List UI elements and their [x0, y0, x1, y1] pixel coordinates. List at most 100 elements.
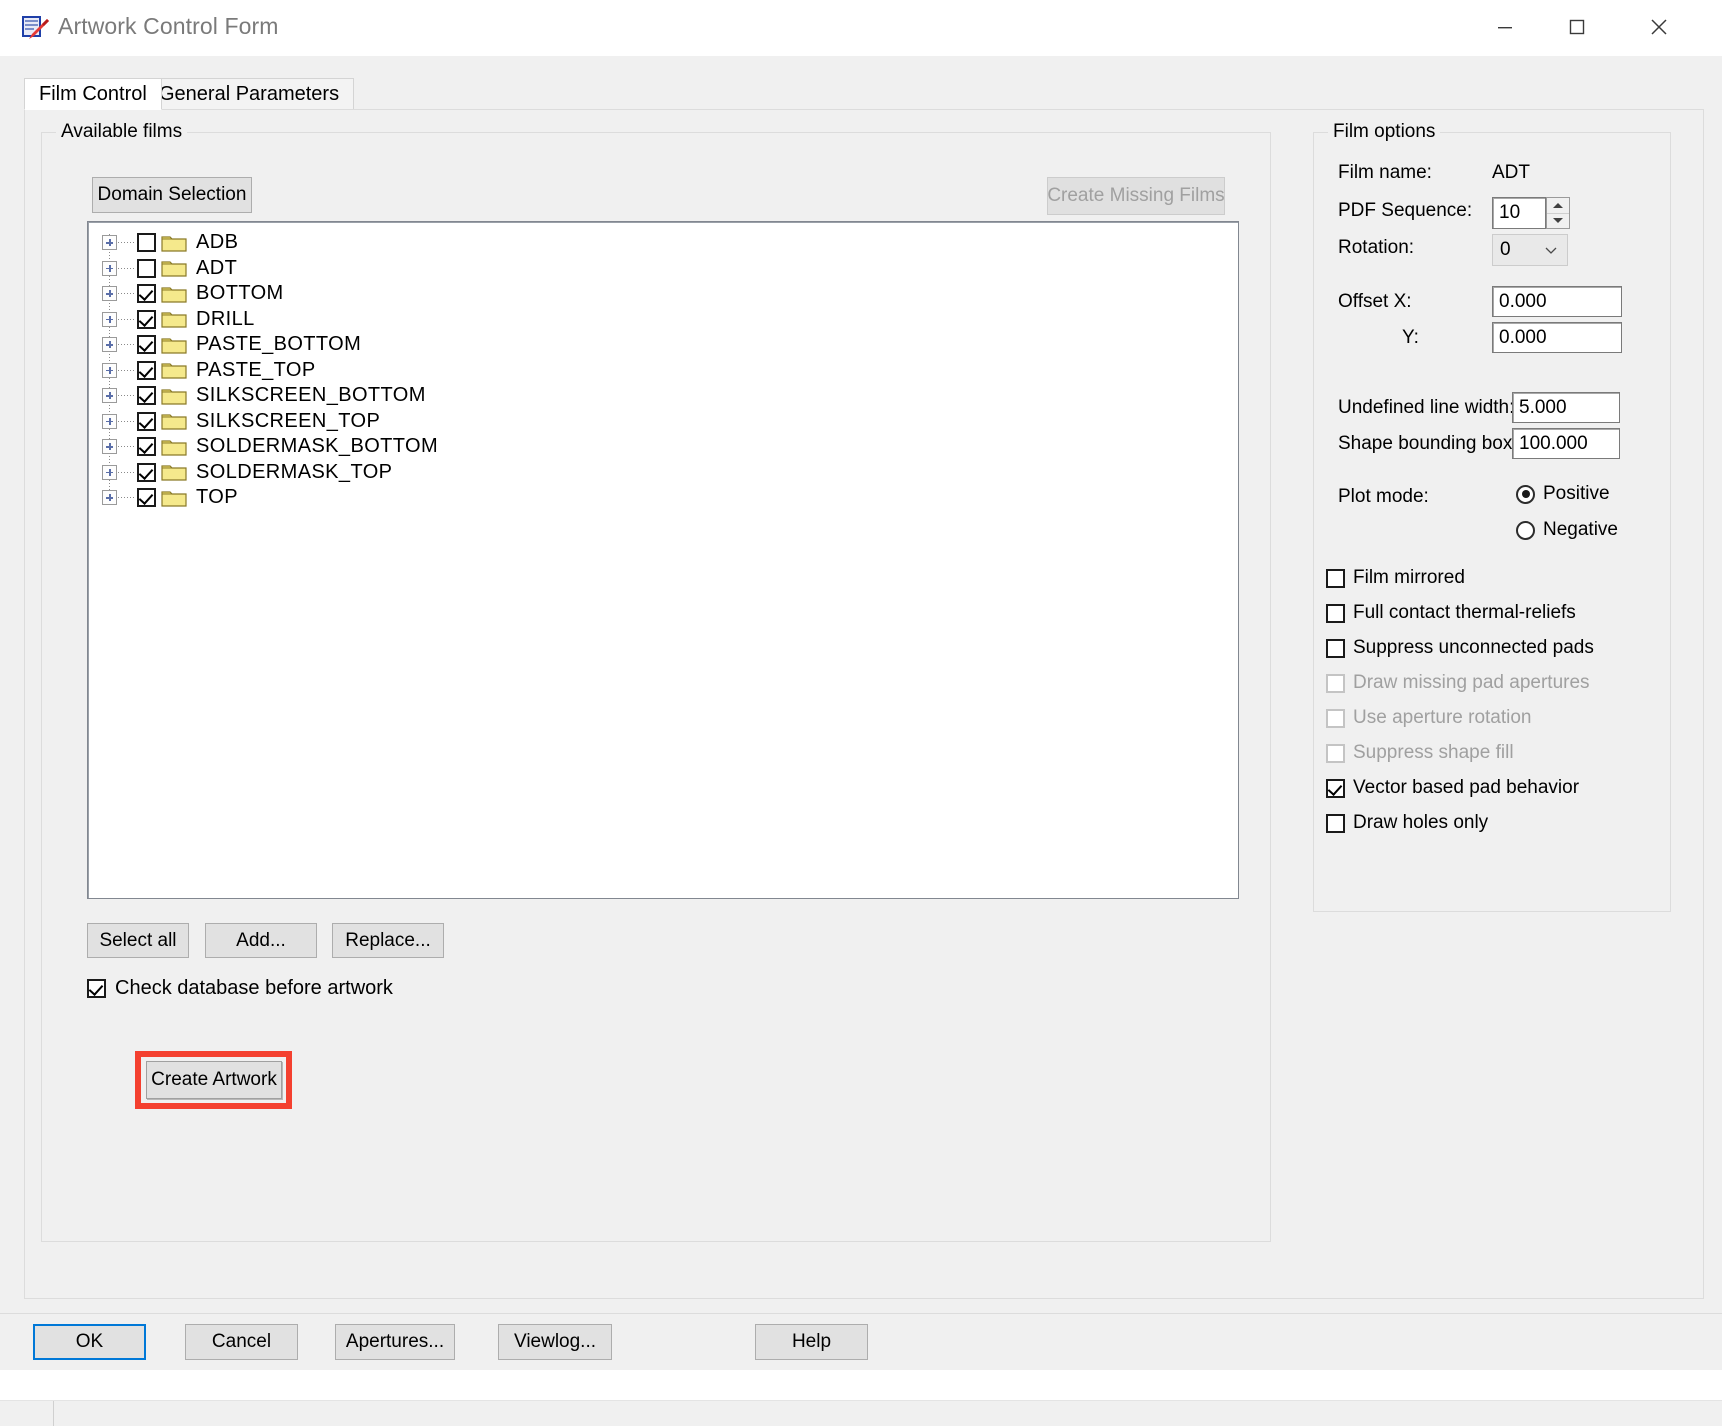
window-title: Artwork Control Form: [58, 13, 279, 39]
expand-icon[interactable]: [102, 464, 117, 480]
tree-item-soldermask_top[interactable]: SOLDERMASK_TOP: [102, 460, 1238, 486]
available-films-title: Available films: [56, 121, 188, 143]
expand-icon[interactable]: [102, 413, 117, 429]
select-all-button[interactable]: Select all: [87, 923, 189, 958]
shape-bounding-box-input[interactable]: 100.000: [1512, 428, 1620, 459]
tree-item-checkbox[interactable]: [137, 386, 156, 406]
tree-item-checkbox[interactable]: [137, 309, 156, 329]
expand-icon[interactable]: [102, 337, 117, 353]
pdf-sequence-stepper[interactable]: 10: [1492, 197, 1570, 229]
tree-item-silkscreen_top[interactable]: SILKSCREEN_TOP: [102, 409, 1238, 435]
films-tree[interactable]: ADB ADT BOTTOM DRILL PASTE_BOTTOM PASTE_TOP SI…: [87, 221, 1239, 899]
expand-icon[interactable]: [102, 235, 117, 251]
tree-item-adt[interactable]: ADT: [102, 256, 1238, 282]
expand-icon[interactable]: [102, 388, 117, 404]
option-checkbox-suppress-unconnected-pads[interactable]: Suppress unconnected pads: [1326, 637, 1594, 659]
tree-item-checkbox[interactable]: [137, 284, 156, 304]
undefined-line-width-value: 5.000: [1519, 396, 1567, 418]
tree-item-label: SILKSCREEN_BOTTOM: [196, 384, 426, 407]
tree-item-checkbox[interactable]: [137, 258, 156, 278]
create-missing-films-label: Create Missing Films: [1047, 185, 1225, 206]
tree-item-checkbox[interactable]: [137, 335, 156, 355]
folder-icon: [161, 258, 187, 278]
option-checkbox-draw-holes-only[interactable]: Draw holes only: [1326, 812, 1488, 834]
film-name-label: Film name:: [1338, 162, 1432, 183]
offset-y-input[interactable]: 0.000: [1492, 322, 1622, 353]
expand-icon[interactable]: [102, 260, 117, 276]
spin-up-button[interactable]: [1547, 198, 1569, 214]
domain-selection-button[interactable]: Domain Selection: [92, 177, 252, 213]
offset-x-input[interactable]: 0.000: [1492, 286, 1622, 317]
checkbox-indicator: [1326, 638, 1345, 658]
option-checkbox-vector-based-pad-behavior[interactable]: Vector based pad behavior: [1326, 777, 1579, 799]
minimize-button[interactable]: [1474, 0, 1536, 54]
tree-item-adb[interactable]: ADB: [102, 230, 1238, 256]
rotation-select[interactable]: 0: [1492, 234, 1568, 266]
tree-item-checkbox[interactable]: [137, 411, 156, 431]
tree-item-checkbox[interactable]: [137, 488, 156, 508]
plot-mode-positive-radio[interactable]: Positive: [1516, 483, 1610, 505]
rotation-label: Rotation:: [1338, 237, 1415, 258]
tree-item-bottom[interactable]: BOTTOM: [102, 281, 1238, 307]
tree-item-paste_bottom[interactable]: PASTE_BOTTOM: [102, 332, 1238, 358]
apertures-label: Apertures...: [345, 1331, 445, 1352]
ok-button[interactable]: OK: [33, 1324, 146, 1360]
pdf-sequence-input[interactable]: 10: [1492, 197, 1546, 229]
plot-mode-positive-label: Positive: [1543, 483, 1610, 504]
tree-item-silkscreen_bottom[interactable]: SILKSCREEN_BOTTOM: [102, 383, 1238, 409]
check-database-box: [87, 979, 106, 998]
tree-item-label: DRILL: [196, 307, 255, 330]
undefined-line-width-input[interactable]: 5.000: [1512, 392, 1620, 423]
check-database-checkbox[interactable]: Check database before artwork: [87, 977, 393, 1000]
cancel-button[interactable]: Cancel: [185, 1324, 298, 1360]
expand-icon[interactable]: [102, 490, 117, 506]
add-button[interactable]: Add...: [205, 923, 317, 958]
expand-icon[interactable]: [102, 362, 117, 378]
tree-connector: [118, 446, 136, 448]
replace-button[interactable]: Replace...: [332, 923, 444, 958]
tree-item-label: SILKSCREEN_TOP: [196, 409, 381, 432]
tree-item-drill[interactable]: DRILL: [102, 307, 1238, 333]
tree-item-soldermask_bottom[interactable]: SOLDERMASK_BOTTOM: [102, 434, 1238, 460]
tree-connector: [118, 471, 136, 473]
radio-negative-indicator: [1516, 520, 1535, 540]
option-checkbox-use-aperture-rotation: Use aperture rotation: [1326, 707, 1532, 729]
tree-item-checkbox[interactable]: [137, 437, 156, 457]
option-checkbox-draw-missing-pad-apertures: Draw missing pad apertures: [1326, 672, 1590, 694]
tab-strip: Film Control General Parameters: [24, 78, 1704, 110]
option-checkbox-label: Draw holes only: [1353, 812, 1489, 833]
create-artwork-button[interactable]: Create Artwork: [146, 1061, 282, 1099]
maximize-button[interactable]: [1546, 0, 1608, 54]
pdf-sequence-spin-buttons[interactable]: [1546, 197, 1570, 229]
tree-item-checkbox[interactable]: [137, 233, 156, 253]
help-button[interactable]: Help: [755, 1324, 868, 1360]
tree-item-label: TOP: [196, 486, 238, 509]
expand-icon[interactable]: [102, 286, 117, 302]
spin-down-button[interactable]: [1547, 213, 1569, 228]
expand-icon[interactable]: [102, 311, 117, 327]
tree-item-paste_top[interactable]: PASTE_TOP: [102, 358, 1238, 384]
domain-selection-label: Domain Selection: [97, 184, 247, 205]
tree-connector: [118, 293, 136, 295]
tab-general-parameters[interactable]: General Parameters: [144, 78, 355, 110]
close-button[interactable]: [1628, 0, 1690, 54]
tree-item-checkbox[interactable]: [137, 462, 156, 482]
dialog-client-area: Film Control General Parameters Availabl…: [0, 56, 1722, 1426]
folder-icon: [161, 335, 187, 355]
tab-film-control[interactable]: Film Control: [24, 78, 162, 110]
plot-mode-negative-radio[interactable]: Negative: [1516, 519, 1618, 541]
close-icon: [1651, 19, 1667, 35]
option-checkbox-full-contact-thermal-reliefs[interactable]: Full contact thermal-reliefs: [1326, 602, 1576, 624]
apertures-button[interactable]: Apertures...: [335, 1324, 455, 1360]
expand-icon[interactable]: [102, 439, 117, 455]
chevron-down-icon: [1545, 247, 1557, 254]
status-bar: [0, 1400, 1722, 1426]
artwork-app-icon: [20, 13, 50, 43]
viewlog-button[interactable]: Viewlog...: [498, 1324, 612, 1360]
film-options-title: Film options: [1328, 121, 1441, 143]
tree-item-top[interactable]: TOP: [102, 485, 1238, 511]
tree-item-checkbox[interactable]: [137, 360, 156, 380]
option-checkbox-label: Suppress unconnected pads: [1353, 637, 1594, 658]
option-checkbox-film-mirrored[interactable]: Film mirrored: [1326, 567, 1465, 589]
option-checkbox-label: Use aperture rotation: [1353, 707, 1532, 728]
